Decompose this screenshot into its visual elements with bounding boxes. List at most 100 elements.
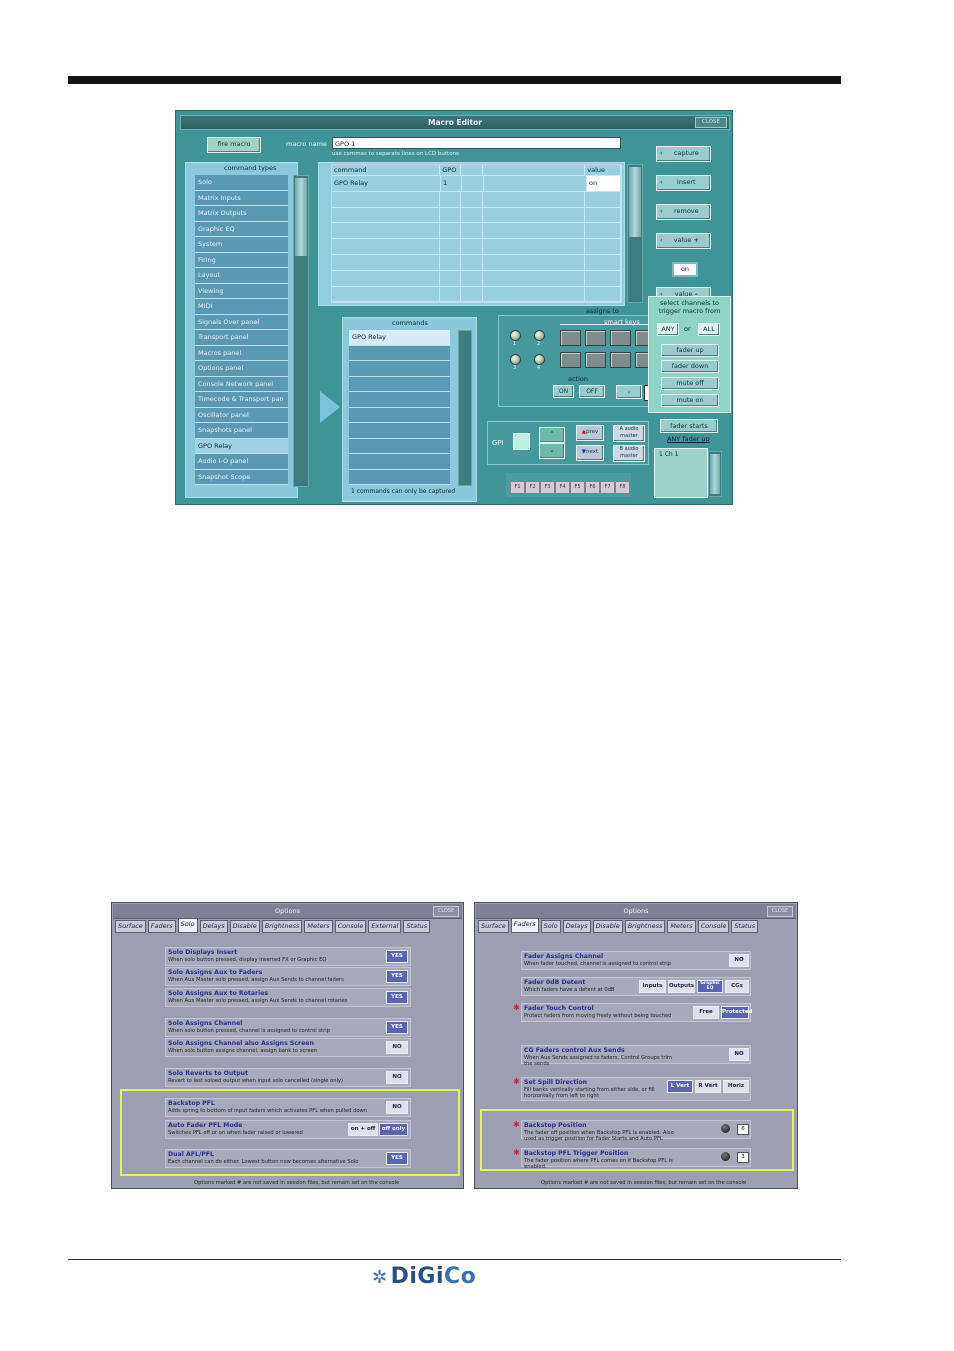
smart-key[interactable]	[560, 330, 581, 346]
list-item[interactable]: Options panel	[195, 361, 288, 377]
action-on-button[interactable]: ON	[553, 385, 574, 398]
grid-scrollbar[interactable]	[627, 164, 643, 303]
close-button[interactable]: CLOSE	[767, 906, 793, 917]
a-audio-master-button[interactable]: A audio master	[613, 425, 645, 442]
table-row[interactable]	[332, 286, 622, 303]
f-key-button[interactable]: F4	[555, 481, 570, 494]
list-item[interactable]: 1 Ch 1	[655, 449, 707, 460]
list-item[interactable]: Matrix Outputs	[195, 206, 288, 222]
tab-disable[interactable]: Disable	[229, 920, 260, 933]
fader-down-button[interactable]: fader down	[661, 360, 719, 373]
list-item[interactable]	[349, 376, 450, 392]
option-toggle-button[interactable]: Horiz	[723, 1080, 749, 1093]
f-key-button[interactable]: F6	[585, 481, 600, 494]
list-item[interactable]	[349, 392, 450, 408]
list-item[interactable]: Snapshot Scope	[195, 469, 288, 485]
chevron-down-icon[interactable]: ⌄	[539, 443, 565, 459]
tab-console[interactable]: Console	[334, 920, 367, 933]
list-item[interactable]: GPO Relay	[195, 438, 288, 454]
list-item[interactable]: Firing	[195, 252, 288, 268]
prev-button[interactable]: ▲prev	[576, 425, 604, 441]
list-item[interactable]	[349, 407, 450, 423]
tab-delays[interactable]: Delays	[562, 920, 591, 933]
option-toggle-button[interactable]: CGs	[725, 980, 749, 993]
grid-cell-value[interactable]: on	[587, 176, 621, 191]
mute-off-button[interactable]: mute off	[661, 377, 719, 390]
tab-status[interactable]: Status	[403, 920, 431, 933]
list-item[interactable]: Oscillator panel	[195, 407, 288, 423]
smart-key[interactable]	[585, 330, 606, 346]
tab-console[interactable]: Console	[697, 920, 730, 933]
smart-key[interactable]	[610, 330, 631, 346]
chevron-left-icon[interactable]: ‹	[616, 385, 642, 399]
macro-name-field[interactable]: GPO 1	[332, 137, 621, 149]
all-button[interactable]: ALL	[698, 323, 720, 336]
list-item[interactable]: Signals Over panel	[195, 314, 288, 330]
commands-scrollbar[interactable]	[458, 330, 472, 486]
fire-macro-button[interactable]: fire macro	[207, 137, 261, 153]
list-item[interactable]	[349, 454, 450, 470]
tab-solo[interactable]: Solo	[540, 920, 561, 933]
table-row[interactable]	[332, 207, 622, 224]
mute-on-button[interactable]: mute on	[661, 394, 719, 407]
smart-key[interactable]	[560, 352, 581, 368]
list-item[interactable]: Audio I-O panel	[195, 454, 288, 470]
close-button[interactable]: CLOSE	[695, 117, 727, 128]
insert-button[interactable]: ‹ insert	[656, 175, 711, 191]
any-button[interactable]: ANY	[657, 323, 679, 336]
option-toggle-button[interactable]: R Vert	[695, 1080, 721, 1093]
tab-faders[interactable]: Faders	[510, 918, 539, 933]
list-item[interactable]: Timecode & Transport pan	[195, 392, 288, 408]
list-item[interactable]: MIDI	[195, 299, 288, 315]
tab-solo[interactable]: Solo	[177, 918, 198, 933]
tab-external[interactable]: External	[368, 920, 402, 933]
option-toggle-button[interactable]: L Vert	[667, 1080, 693, 1093]
option-toggle-button[interactable]: Inputs	[639, 980, 666, 993]
list-item[interactable]: Solo	[195, 175, 288, 191]
list-item[interactable]: Viewing	[195, 283, 288, 299]
list-item[interactable]: Graphic EQ	[195, 221, 288, 237]
channel-list-scrollbar[interactable]	[708, 451, 722, 497]
tab-status[interactable]: Status	[731, 920, 759, 933]
f-key-button[interactable]: F2	[525, 481, 540, 494]
list-item[interactable]: System	[195, 237, 288, 253]
f-key-button[interactable]: F7	[600, 481, 615, 494]
option-toggle-button[interactable]: Protected	[721, 1006, 752, 1019]
list-item[interactable]: Matrix Inputs	[195, 190, 288, 206]
option-toggle-button[interactable]: Outputs	[668, 980, 695, 993]
fader-starts-button[interactable]: fader starts	[660, 419, 718, 433]
table-row[interactable]: GPO Relay 1 on	[332, 176, 621, 192]
list-item[interactable]: Transport panel	[195, 330, 288, 346]
list-item[interactable]	[349, 469, 450, 485]
option-toggle-button[interactable]: YES	[386, 950, 408, 963]
f-key-button[interactable]: F5	[570, 481, 585, 494]
tab-disable[interactable]: Disable	[592, 920, 623, 933]
f-key-button[interactable]: F8	[615, 481, 630, 494]
table-row[interactable]	[332, 254, 622, 271]
tab-delays[interactable]: Delays	[199, 920, 228, 933]
table-row[interactable]	[332, 191, 622, 208]
option-toggle-button[interactable]: NO	[729, 954, 749, 967]
remove-button[interactable]: ‹ remove	[656, 204, 711, 220]
option-toggle-button[interactable]: NO	[386, 1041, 408, 1054]
list-item[interactable]: Console Network panel	[195, 376, 288, 392]
option-toggle-button[interactable]: YES	[386, 970, 408, 983]
option-toggle-button[interactable]: NO	[386, 1071, 408, 1084]
gpi-indicator[interactable]	[513, 433, 530, 450]
action-off-button[interactable]: OFF	[579, 385, 605, 398]
smart-key[interactable]	[635, 330, 649, 346]
tab-surface[interactable]: Surface	[478, 920, 509, 933]
next-button[interactable]: ▼next	[576, 445, 604, 461]
b-audio-master-button[interactable]: B audio master	[613, 445, 645, 462]
list-item[interactable]: Snapshots panel	[195, 423, 288, 439]
fader-up-button[interactable]: fader up	[661, 344, 719, 357]
list-item[interactable]: GPO Relay	[349, 330, 450, 346]
f-key-button[interactable]: F3	[540, 481, 555, 494]
list-item[interactable]	[349, 423, 450, 439]
value-up-button[interactable]: ‹ value +	[656, 233, 711, 249]
tab-brightness[interactable]: Brightness	[261, 920, 303, 933]
smart-key[interactable]	[610, 352, 631, 368]
option-toggle-button[interactable]: YES	[386, 1021, 408, 1034]
table-row[interactable]	[332, 239, 622, 255]
list-item[interactable]	[349, 345, 450, 361]
